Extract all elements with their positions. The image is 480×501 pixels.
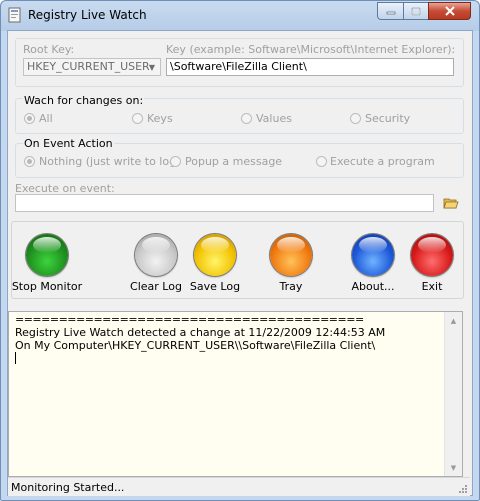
action-execute-radio[interactable] xyxy=(316,156,327,167)
about-button[interactable] xyxy=(352,234,394,276)
action-popup-radio[interactable] xyxy=(170,156,181,167)
status-text: Monitoring Started... xyxy=(11,481,125,494)
window-title: Registry Live Watch xyxy=(28,8,147,22)
text-cursor xyxy=(15,352,16,364)
watch-keys-radio[interactable] xyxy=(132,113,143,124)
log-scrollbar[interactable]: ▲ ▼ xyxy=(444,312,462,476)
key-input[interactable]: \Software\FileZilla Client\ xyxy=(166,58,454,76)
key-value: \Software\FileZilla Client\ xyxy=(170,60,307,73)
log-line: On My Computer\HKEY_CURRENT_USER\\Softwa… xyxy=(15,339,376,352)
main-window: Registry Live Watch Root Key: HKEY_CURRE… xyxy=(0,0,480,501)
clear-log-button[interactable] xyxy=(135,234,177,276)
root-key-value: HKEY_CURRENT_USER xyxy=(27,60,150,73)
exit-button[interactable] xyxy=(411,234,453,276)
action-nothing-label[interactable]: Nothing (just write to log) xyxy=(39,155,180,168)
watch-label: Wach for changes on: xyxy=(23,94,145,107)
watch-security-radio[interactable] xyxy=(350,113,361,124)
save-log-label[interactable]: Save Log xyxy=(175,280,255,293)
log-separator: ======================================== xyxy=(15,313,364,326)
chevron-down-icon: ▼ xyxy=(148,62,156,72)
log-line: Registry Live Watch detected a change at… xyxy=(15,326,386,339)
root-key-dropdown[interactable]: HKEY_CURRENT_USER ▼ xyxy=(23,58,161,76)
status-bar: Monitoring Started... xyxy=(8,477,470,496)
save-log-button[interactable] xyxy=(194,234,236,276)
watch-all-label[interactable]: All xyxy=(39,112,53,125)
execute-input[interactable] xyxy=(15,194,434,212)
watch-all-radio[interactable] xyxy=(24,113,35,124)
resize-grip-icon[interactable] xyxy=(458,484,468,494)
client-area: Root Key: HKEY_CURRENT_USER ▼ Key (examp… xyxy=(7,30,473,496)
tray-button[interactable] xyxy=(270,234,312,276)
watch-values-radio[interactable] xyxy=(241,113,252,124)
scroll-down-icon[interactable]: ▼ xyxy=(445,459,462,476)
action-popup-label[interactable]: Popup a message xyxy=(185,155,282,168)
action-execute-label[interactable]: Execute a program xyxy=(330,155,435,168)
watch-keys-label[interactable]: Keys xyxy=(147,112,173,125)
close-icon xyxy=(444,6,455,16)
minimize-button[interactable] xyxy=(377,2,404,20)
title-bar[interactable]: Registry Live Watch xyxy=(1,1,479,29)
folder-open-icon xyxy=(443,198,459,209)
key-label: Key (example: Software\Microsoft\Interne… xyxy=(166,43,456,56)
maximize-icon xyxy=(411,6,421,16)
watch-values-label[interactable]: Values xyxy=(256,112,292,125)
exit-label[interactable]: Exit xyxy=(392,280,472,293)
event-action-label: On Event Action xyxy=(23,137,114,150)
browse-button[interactable] xyxy=(441,194,461,212)
maximize-button[interactable] xyxy=(403,2,429,20)
stop-monitor-label[interactable]: Stop Monitor xyxy=(7,280,87,293)
registry-app-icon xyxy=(8,7,21,23)
watch-security-label[interactable]: Security xyxy=(365,112,410,125)
action-nothing-radio[interactable] xyxy=(24,156,35,167)
tray-label[interactable]: Tray xyxy=(251,280,331,293)
stop-monitor-button[interactable] xyxy=(26,234,68,276)
root-key-label: Root Key: xyxy=(23,43,75,56)
close-button[interactable] xyxy=(428,2,471,20)
minimize-icon xyxy=(386,11,395,15)
scroll-up-icon[interactable]: ▲ xyxy=(445,312,462,329)
log-textarea[interactable]: ========================================… xyxy=(8,311,463,477)
